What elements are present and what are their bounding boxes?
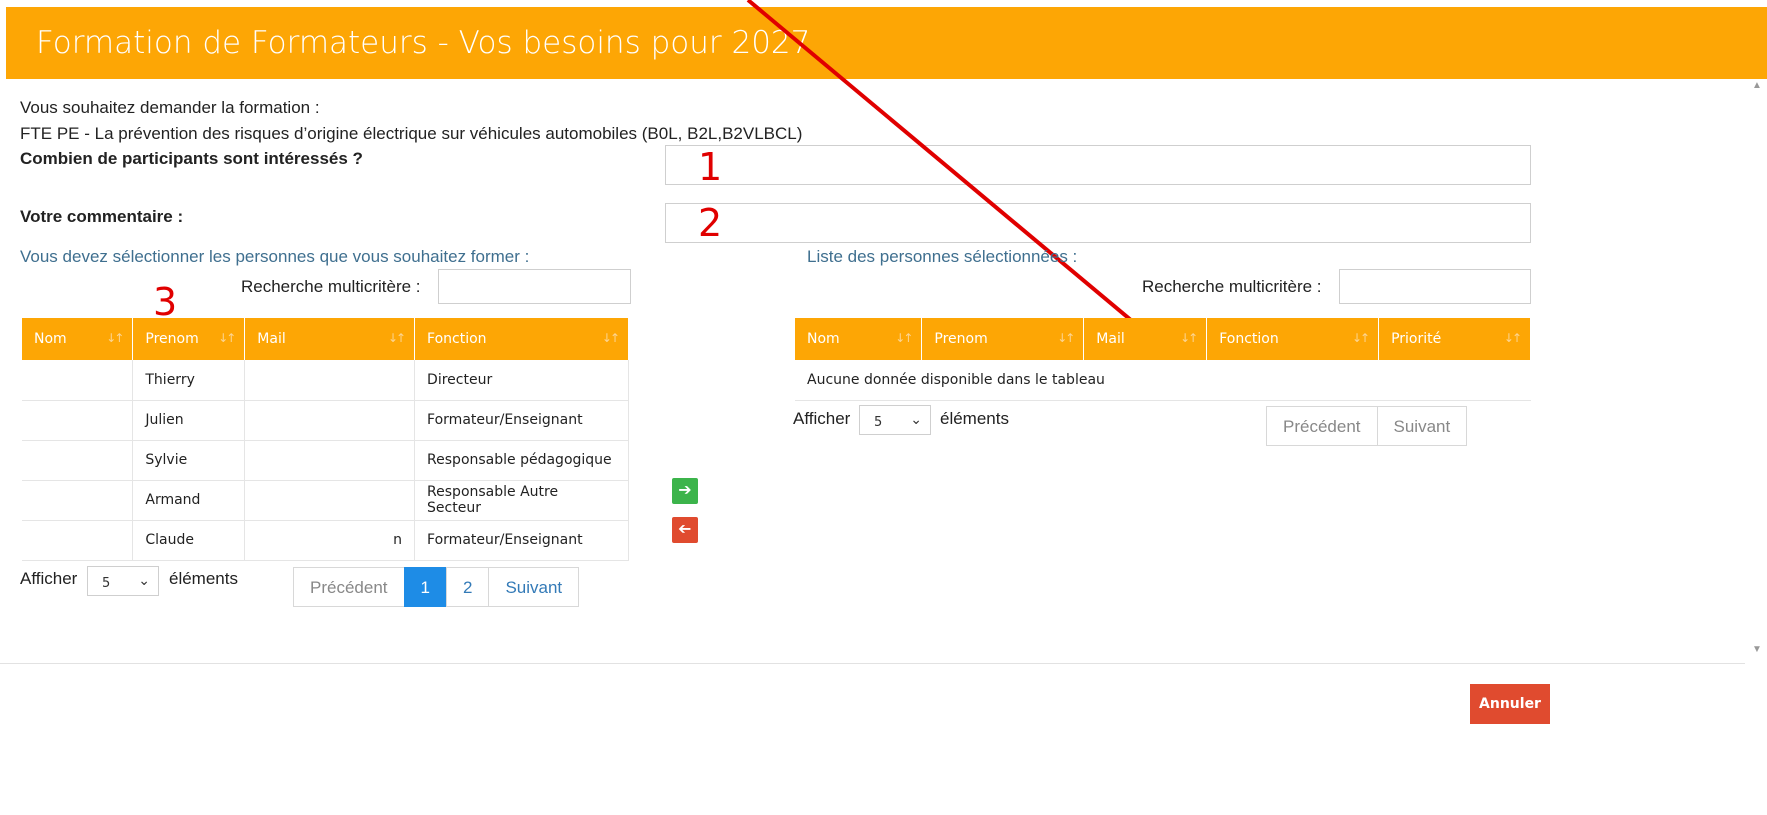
column-header-fonction[interactable]: Fonction ↓↑ bbox=[414, 318, 629, 360]
left-next-button[interactable]: Suivant bbox=[488, 567, 580, 607]
cell-mail: n bbox=[244, 520, 416, 561]
table-row[interactable]: Armand Responsable Autre Secteur bbox=[22, 480, 629, 521]
sort-icon: ↓↑ bbox=[387, 331, 406, 345]
table-row[interactable]: Sylvie Responsable pédagogique bbox=[22, 440, 629, 481]
arrow-right-icon: ➔ bbox=[678, 482, 692, 499]
left-pagination: Précédent 1 2 Suivant bbox=[293, 567, 580, 607]
cell-mail bbox=[244, 400, 416, 441]
sort-icon: ↓↑ bbox=[106, 331, 124, 345]
empty-table-message: Aucune donnée disponible dans le tableau bbox=[795, 360, 1531, 401]
column-header-nom[interactable]: Nom ↓↑ bbox=[795, 318, 923, 360]
right-search-label: Recherche multicritère : bbox=[1142, 277, 1322, 296]
arrow-left-icon: ➔ bbox=[678, 521, 692, 538]
column-header-prenom[interactable]: Prenom ↓↑ bbox=[921, 318, 1085, 360]
cell-prenom: Armand bbox=[132, 480, 246, 521]
sort-icon: ↓↑ bbox=[1180, 331, 1198, 345]
sort-icon: ↓↑ bbox=[1057, 331, 1075, 345]
right-next-button[interactable]: Suivant bbox=[1376, 406, 1468, 446]
footer-divider bbox=[0, 663, 1745, 664]
right-search-input[interactable] bbox=[1339, 269, 1531, 304]
cell-nom bbox=[22, 440, 134, 481]
chevron-down-icon: ⌄ bbox=[138, 573, 150, 589]
right-page-size-select[interactable]: 5 ⌄ bbox=[859, 405, 931, 435]
cancel-button[interactable]: Annuler bbox=[1470, 684, 1550, 724]
page-2-button[interactable]: 2 bbox=[445, 567, 490, 607]
column-header-fonction[interactable]: Fonction ↓↑ bbox=[1206, 318, 1380, 360]
left-search-input[interactable] bbox=[438, 269, 631, 304]
sort-icon: ↓↑ bbox=[1503, 331, 1522, 345]
table-row: Aucune donnée disponible dans le tableau bbox=[795, 360, 1531, 401]
cell-prenom: Thierry bbox=[132, 360, 246, 401]
add-selected-button[interactable]: ➔ bbox=[672, 478, 698, 504]
cell-fonction: Formateur/Enseignant bbox=[414, 520, 629, 561]
left-show-label: Afficher bbox=[20, 569, 78, 588]
left-prev-button[interactable]: Précédent bbox=[293, 567, 405, 607]
cell-mail bbox=[244, 440, 416, 481]
column-header-mail[interactable]: Mail ↓↑ bbox=[1083, 318, 1208, 360]
sort-icon: ↓↑ bbox=[601, 331, 620, 345]
cell-mail bbox=[244, 480, 416, 521]
cell-nom bbox=[22, 360, 134, 401]
left-search-label: Recherche multicritère : bbox=[241, 277, 421, 296]
column-header-mail[interactable]: Mail ↓↑ bbox=[244, 318, 416, 360]
cell-fonction: Formateur/Enseignant bbox=[414, 400, 629, 441]
sort-icon: ↓↑ bbox=[895, 331, 913, 345]
left-elements-label: éléments bbox=[169, 569, 238, 588]
table-row[interactable]: Thierry Directeur bbox=[22, 360, 629, 401]
right-elements-label: éléments bbox=[940, 409, 1009, 428]
left-panel-title: Vous devez sélectionner les personnes qu… bbox=[20, 247, 530, 266]
right-pagination: Précédent Suivant bbox=[1266, 406, 1468, 446]
cell-nom bbox=[22, 520, 134, 561]
cell-nom bbox=[22, 400, 134, 441]
cell-mail bbox=[244, 360, 416, 401]
selected-people-table: Nom ↓↑ Prenom ↓↑ Mail ↓↑ Fonction ↓↑ Priorit… bbox=[795, 318, 1531, 401]
table-row[interactable]: Claude n Formateur/Enseignant bbox=[22, 520, 629, 561]
right-panel-title: Liste des personnes sélectionnées : bbox=[807, 247, 1078, 266]
left-page-size-select[interactable]: 5 ⌄ bbox=[87, 566, 159, 596]
column-header-nom[interactable]: Nom ↓↑ bbox=[22, 318, 134, 360]
cell-fonction: Responsable Autre Secteur bbox=[414, 480, 629, 521]
cell-fonction: Responsable pédagogique bbox=[414, 440, 629, 481]
column-header-priorite[interactable]: Priorité ↓↑ bbox=[1378, 318, 1531, 360]
cell-fonction: Directeur bbox=[414, 360, 629, 401]
column-header-prenom[interactable]: Prenom ↓↑ bbox=[132, 318, 246, 360]
page-1-button[interactable]: 1 bbox=[403, 567, 447, 607]
remove-selected-button[interactable]: ➔ bbox=[672, 517, 698, 543]
right-show-label: Afficher bbox=[793, 409, 851, 428]
sort-icon: ↓↑ bbox=[218, 331, 236, 345]
sort-icon: ↓↑ bbox=[1351, 331, 1370, 345]
table-row[interactable]: Julien Formateur/Enseignant bbox=[22, 400, 629, 441]
cell-prenom: Julien bbox=[132, 400, 246, 441]
cell-nom bbox=[22, 480, 134, 521]
available-people-table: Nom ↓↑ Prenom ↓↑ Mail ↓↑ Fonction ↓↑ Thierry… bbox=[22, 318, 629, 561]
chevron-down-icon: ⌄ bbox=[910, 412, 922, 428]
cell-prenom: Claude bbox=[132, 520, 246, 561]
right-prev-button[interactable]: Précédent bbox=[1266, 406, 1378, 446]
cell-prenom: Sylvie bbox=[132, 440, 246, 481]
